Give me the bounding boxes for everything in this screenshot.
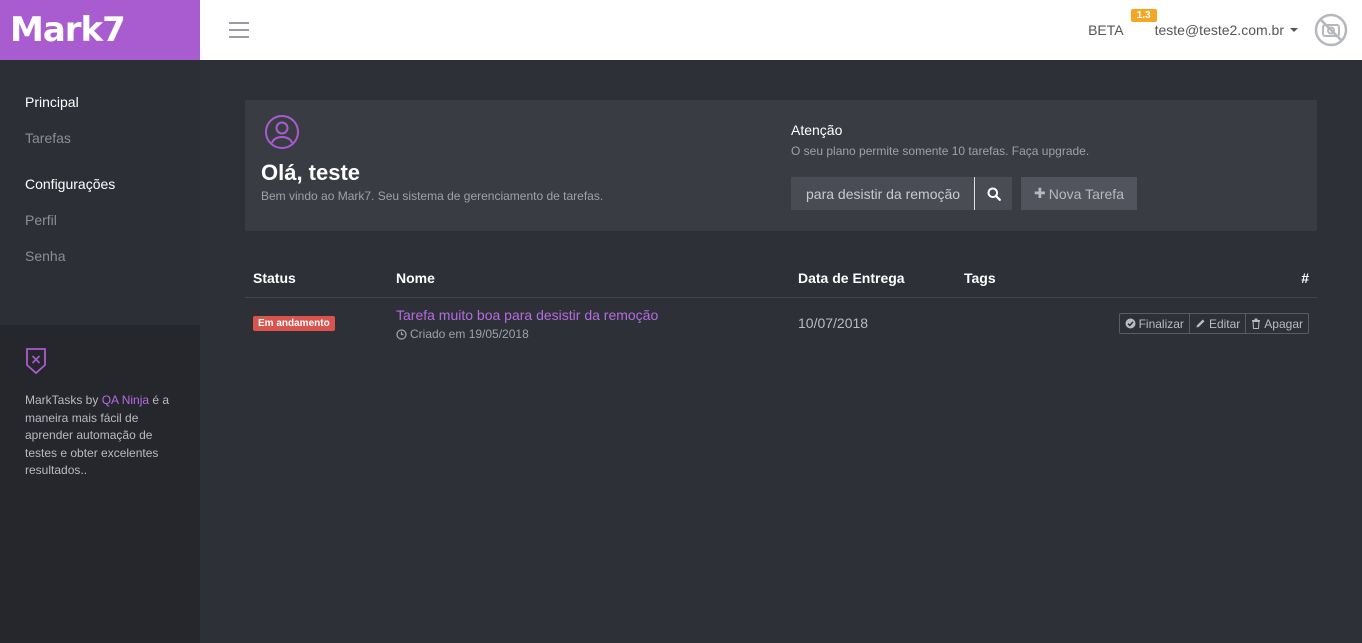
pencil-icon xyxy=(1196,319,1205,328)
user-icon xyxy=(265,115,299,149)
trash-icon xyxy=(1252,318,1261,329)
col-due-date: Data de Entrega xyxy=(798,270,905,286)
edit-button[interactable]: Editar xyxy=(1189,313,1247,334)
sidebar-nav: Principal Tarefas Configurações Perfil S… xyxy=(0,60,200,325)
task-due-date: 10/07/2018 xyxy=(798,315,869,331)
qa-ninja-link[interactable]: QA Ninja xyxy=(102,393,149,407)
task-created: Criado em 19/05/2018 xyxy=(396,327,529,341)
edit-label: Editar xyxy=(1208,316,1241,331)
attention-title: Atenção xyxy=(791,122,843,138)
sidebar-heading-configuracoes: Configurações xyxy=(25,176,116,192)
search-input[interactable] xyxy=(791,177,975,210)
sidebar: Principal Tarefas Configurações Perfil S… xyxy=(0,60,200,643)
beta-text: BETA xyxy=(1088,22,1124,38)
welcome-panel: Olá, teste Bem vindo ao Mark7. Seu siste… xyxy=(245,100,1317,231)
welcome-title: Olá, teste xyxy=(261,160,361,185)
status-badge: Em andamento xyxy=(253,316,335,331)
plus-icon: ✚ xyxy=(1034,185,1046,201)
col-status: Status xyxy=(253,270,296,286)
finish-label: Finalizar xyxy=(1138,316,1184,331)
brand-logo-text: Mark7 xyxy=(10,10,126,50)
sidebar-item-senha[interactable]: Senha xyxy=(0,247,200,265)
menu-toggle-icon[interactable] xyxy=(229,22,249,38)
sidebar-about: MarkTasks by QA Ninja é a maneira mais f… xyxy=(0,325,200,643)
row-actions: Finalizar Editar Apagar xyxy=(1118,313,1309,334)
sidebar-heading-principal: Principal xyxy=(25,94,79,110)
top-navbar: Mark7 BETA 1.3 teste@teste2.com.br xyxy=(0,0,1362,60)
version-badge: 1.3 xyxy=(1130,9,1157,22)
user-email: teste@teste2.com.br xyxy=(1154,22,1284,38)
about-text: MarkTasks by QA Ninja é a maneira mais f… xyxy=(25,392,175,479)
col-name: Nome xyxy=(396,270,435,286)
brand-logo[interactable]: Mark7 xyxy=(0,0,200,60)
col-tags: Tags xyxy=(964,270,996,286)
beta-label: BETA 1.3 xyxy=(1088,9,1157,38)
sidebar-item-perfil[interactable]: Perfil xyxy=(0,211,200,229)
table-row: Em andamento Tarefa muito boa para desis… xyxy=(245,298,1317,350)
task-name-link[interactable]: Tarefa muito boa para desistir da remoçã… xyxy=(396,307,658,323)
search-icon xyxy=(987,187,1001,201)
no-photo-avatar-icon[interactable] xyxy=(1314,13,1348,47)
main-content: Olá, teste Bem vindo ao Mark7. Seu siste… xyxy=(200,60,1362,643)
about-prefix: MarkTasks by xyxy=(25,393,102,408)
attention-message: O seu plano permite somente 10 tarefas. … xyxy=(791,144,1090,158)
caret-down-icon xyxy=(1290,28,1298,32)
col-actions: # xyxy=(1301,270,1309,286)
finish-button[interactable]: Finalizar xyxy=(1118,313,1190,334)
shield-icon xyxy=(26,348,46,375)
delete-button[interactable]: Apagar xyxy=(1246,313,1309,334)
user-menu-dropdown[interactable]: teste@teste2.com.br xyxy=(1155,22,1298,38)
new-task-button[interactable]: ✚ Nova Tarefa xyxy=(1021,177,1137,210)
task-created-text: Criado em 19/05/2018 xyxy=(410,327,529,341)
check-circle-icon xyxy=(1125,318,1136,329)
sidebar-item-tarefas[interactable]: Tarefas xyxy=(0,129,200,147)
new-task-label: Nova Tarefa xyxy=(1048,185,1124,202)
tasks-table-header: Status Nome Data de Entrega Tags # xyxy=(245,266,1317,298)
search-button[interactable] xyxy=(975,177,1012,210)
delete-label: Apagar xyxy=(1264,316,1303,331)
clock-icon xyxy=(396,328,407,340)
welcome-subtitle: Bem vindo ao Mark7. Seu sistema de geren… xyxy=(261,189,604,203)
